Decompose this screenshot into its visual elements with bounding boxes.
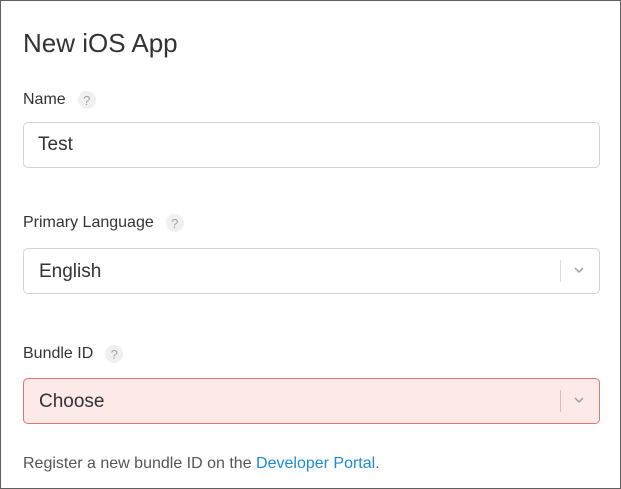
chevron-down-icon[interactable] — [573, 263, 585, 277]
primary-language-label: Primary Language — [23, 214, 154, 231]
name-field[interactable] — [23, 122, 600, 168]
select-divider — [560, 260, 561, 282]
name-label: Name — [23, 91, 66, 108]
developer-portal-link[interactable]: Developer Portal — [256, 455, 375, 472]
bundle-id-help-icon[interactable]: ? — [105, 345, 124, 363]
primary-language-help-icon[interactable]: ? — [165, 214, 184, 232]
name-label-row: Name ? — [23, 89, 96, 111]
bundle-id-select[interactable]: Choose — [23, 378, 600, 424]
bundle-id-value: Choose — [39, 391, 105, 412]
bundle-id-label-row: Bundle ID ? — [23, 343, 124, 365]
bundle-id-helper-text: Register a new bundle ID on the Develope… — [23, 454, 380, 474]
language-label-row: Primary Language ? — [23, 212, 184, 234]
name-input[interactable] — [24, 123, 599, 167]
new-ios-app-panel: New iOS App Name ? Primary Language ? En… — [0, 0, 621, 489]
primary-language-select[interactable]: English — [23, 248, 600, 294]
helper-prefix: Register a new bundle ID on the — [23, 455, 257, 472]
chevron-down-icon[interactable] — [573, 393, 585, 407]
helper-suffix: . — [375, 455, 380, 472]
bundle-id-label: Bundle ID — [23, 345, 94, 362]
select-divider — [560, 390, 561, 412]
primary-language-value: English — [39, 261, 102, 282]
page-title: New iOS App — [23, 28, 178, 58]
name-help-icon[interactable]: ? — [77, 91, 96, 109]
